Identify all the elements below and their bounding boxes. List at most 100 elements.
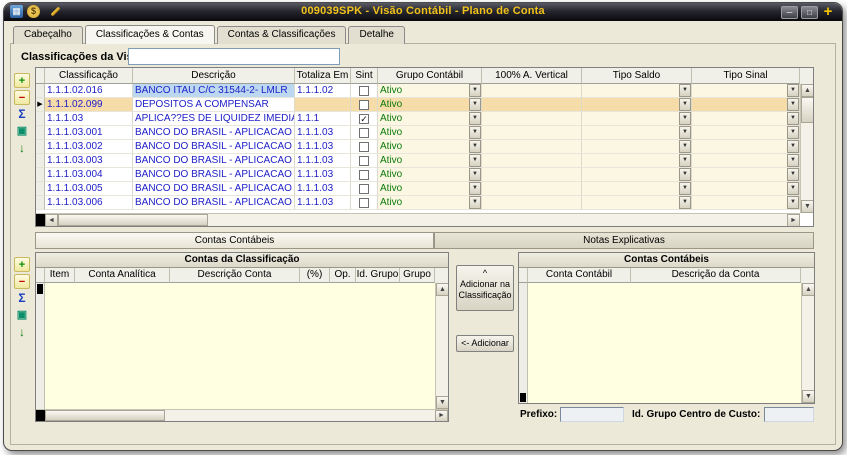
dropdown-button[interactable]: ▼ (787, 126, 799, 139)
tab-contas-contabeis-section[interactable]: Contas Contábeis (35, 232, 434, 249)
column-header[interactable]: Descrição (133, 68, 295, 84)
grid-cell[interactable]: ▼ (692, 84, 800, 98)
dropdown-button[interactable]: ▼ (469, 140, 481, 153)
grid-cell[interactable]: ▼ (692, 126, 800, 140)
dropdown-button[interactable]: ▼ (679, 98, 691, 111)
column-header[interactable]: Tipo Sinal (692, 68, 800, 84)
grid-cell[interactable]: 1.1.1.03.004 (45, 168, 133, 182)
grid-cell[interactable]: Ativo▼ (378, 140, 482, 154)
grid-row[interactable]: 1.1.1.03.004BANCO DO BRASIL - APLICACAO … (36, 168, 813, 182)
dropdown-button[interactable]: ▼ (787, 84, 799, 97)
grid-cell[interactable]: 1.1.1.03.006 (45, 196, 133, 210)
column-header[interactable]: Id. Grupo (356, 268, 400, 283)
vertical-scrollbar[interactable]: ▲ ▼ (435, 283, 448, 409)
tab-contas-classificacoes[interactable]: Contas & Classificações (217, 26, 347, 44)
dropdown-button[interactable]: ▼ (787, 168, 799, 181)
grid-cell[interactable]: ✓ (351, 112, 378, 126)
sint-checkbox[interactable]: ✓ (359, 114, 369, 124)
grid-cell[interactable] (482, 182, 582, 196)
grid-cell[interactable]: ▼ (582, 140, 692, 154)
grid-row[interactable]: 1.1.1.02.016BANCO ITAU C/C 31544-2- LMLR… (36, 84, 813, 98)
grid-cell[interactable] (295, 98, 351, 112)
grid-cell[interactable]: Ativo▼ (378, 168, 482, 182)
grid-cell[interactable]: Ativo▼ (378, 154, 482, 168)
grid-cell[interactable]: 1.1.1.03 (295, 126, 351, 140)
maximize-button[interactable]: □ (801, 6, 818, 19)
grid-cell[interactable] (351, 196, 378, 210)
export-icon[interactable]: ↓ (14, 141, 30, 156)
scroll-down-button[interactable]: ▼ (436, 396, 449, 409)
column-header[interactable]: Conta Contábil (528, 268, 631, 283)
dropdown-button[interactable]: ▼ (787, 140, 799, 153)
tab-classificacoes-contas[interactable]: Classificações & Contas (85, 25, 215, 44)
classificacoes-da-visao-input[interactable] (128, 48, 340, 65)
column-header[interactable]: Conta Analítica (75, 268, 170, 283)
dropdown-button[interactable]: ▼ (469, 112, 481, 125)
grid-cell[interactable] (351, 140, 378, 154)
grid-cell[interactable] (482, 84, 582, 98)
grid-cell[interactable]: 1.1.1 (295, 112, 351, 126)
grid-cell[interactable]: Ativo▼ (378, 84, 482, 98)
column-header[interactable]: 100% A. Vertical (482, 68, 582, 84)
grid-cell[interactable]: ▼ (582, 126, 692, 140)
grid-row[interactable]: 1.1.1.03.002BANCO DO BRASIL - APLICACAO … (36, 140, 813, 154)
grid-cell[interactable] (482, 140, 582, 154)
minimize-button[interactable]: ─ (781, 6, 798, 19)
tab-cabecalho[interactable]: Cabeçalho (13, 26, 83, 44)
column-header[interactable]: Grupo (400, 268, 435, 283)
grid-cell[interactable]: ▼ (582, 112, 692, 126)
adicionar-na-classificacao-button[interactable]: ^ Adicionar na Classificação (456, 265, 514, 311)
grid-cell[interactable]: BANCO DO BRASIL - APLICACAO CDB (133, 196, 295, 210)
close-plus-icon[interactable]: + (821, 5, 835, 19)
dropdown-button[interactable]: ▼ (469, 84, 481, 97)
grid-cell[interactable]: BANCO DO BRASIL - APLICACAO AUTO M (133, 140, 295, 154)
column-header[interactable]: Item (45, 268, 75, 283)
sint-checkbox[interactable] (359, 100, 369, 110)
scroll-right-button[interactable]: ► (435, 410, 448, 422)
adicionar-button[interactable]: <- Adicionar (456, 335, 514, 352)
dropdown-button[interactable]: ▼ (679, 154, 691, 167)
dropdown-button[interactable]: ▼ (787, 112, 799, 125)
grid-cell[interactable] (482, 168, 582, 182)
grid-cell[interactable]: ▼ (692, 182, 800, 196)
scroll-up-button[interactable]: ▲ (436, 283, 449, 296)
titlebar[interactable]: ▦ $ 009039SPK - Visão Contábil - Plano d… (4, 3, 842, 21)
sint-checkbox[interactable] (359, 128, 369, 138)
remove-icon[interactable]: − (14, 274, 30, 289)
dropdown-button[interactable]: ▼ (679, 140, 691, 153)
dropdown-button[interactable]: ▼ (679, 126, 691, 139)
grid-cell[interactable]: 1.1.1.03 (45, 112, 133, 126)
add-icon[interactable]: + (14, 257, 30, 272)
sum-icon[interactable]: Σ (14, 107, 30, 122)
dropdown-button[interactable]: ▼ (787, 154, 799, 167)
grid-cell[interactable]: 1.1.1.03.002 (45, 140, 133, 154)
grid-row[interactable]: 1.1.1.03APLICA??ES DE LIQUIDEZ IMEDIATA1… (36, 112, 813, 126)
grid-cell[interactable]: BANCO DO BRASIL - APLICACAO AUTO M (133, 168, 295, 182)
grid-cell[interactable]: ▼ (692, 98, 800, 112)
scroll-up-button[interactable]: ▲ (802, 283, 815, 296)
grid-cell[interactable]: 1.1.1.03.005 (45, 182, 133, 196)
grid-cell[interactable]: APLICA??ES DE LIQUIDEZ IMEDIATA (133, 112, 295, 126)
dropdown-button[interactable]: ▼ (679, 168, 691, 181)
horizontal-scrollbar[interactable]: ◄ ► (36, 213, 800, 226)
grid-cell[interactable]: ▼ (582, 154, 692, 168)
dropdown-button[interactable]: ▼ (469, 168, 481, 181)
remove-icon[interactable]: − (14, 90, 30, 105)
sint-checkbox[interactable] (359, 86, 369, 96)
grid-cell[interactable] (351, 154, 378, 168)
column-header[interactable]: Op. (330, 268, 356, 283)
grid-cell[interactable] (351, 84, 378, 98)
grid-cell[interactable]: 1.1.1.03.003 (45, 154, 133, 168)
grid-cell[interactable]: ▼ (582, 168, 692, 182)
grid-cell[interactable]: ▼ (692, 168, 800, 182)
grid-cell[interactable] (482, 126, 582, 140)
grid-row[interactable]: 1.1.1.03.006BANCO DO BRASIL - APLICACAO … (36, 196, 813, 210)
grid-cell[interactable]: Ativo▼ (378, 126, 482, 140)
dropdown-button[interactable]: ▼ (679, 182, 691, 195)
dropdown-button[interactable]: ▼ (679, 84, 691, 97)
dropdown-button[interactable]: ▼ (787, 182, 799, 195)
grid-cell[interactable]: BANCO DO BRASIL - APLICACAO AUTO M (133, 126, 295, 140)
grid-cell[interactable]: ▼ (692, 196, 800, 210)
grid-cell[interactable]: 1.1.1.03 (295, 154, 351, 168)
dropdown-button[interactable]: ▼ (469, 126, 481, 139)
